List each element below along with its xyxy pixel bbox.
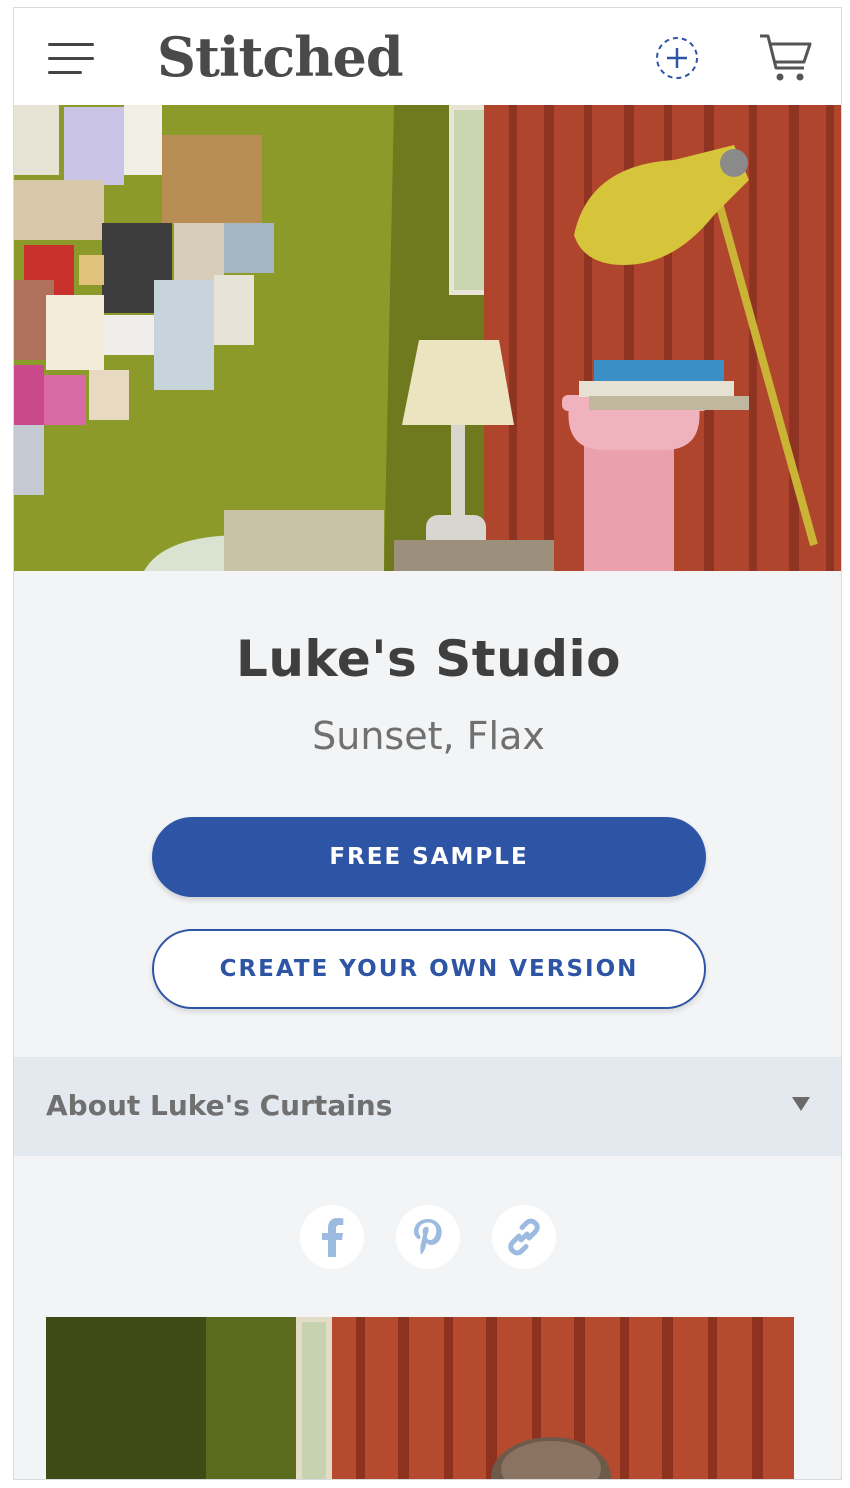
pinterest-share-button[interactable]: [396, 1205, 460, 1269]
accordion-label: About Luke's Curtains: [46, 1089, 393, 1122]
create-your-own-version-button[interactable]: CREATE YOUR OWN VERSION: [152, 929, 706, 1009]
copy-link-share-button[interactable]: [492, 1205, 556, 1269]
facebook-share-button[interactable]: [300, 1205, 364, 1269]
cart-icon[interactable]: [758, 32, 814, 84]
add-icon[interactable]: [654, 35, 700, 81]
hamburger-menu-icon[interactable]: [48, 41, 96, 75]
page-title: Luke's Studio: [235, 630, 622, 688]
facebook-icon: [322, 1218, 344, 1257]
site-header: Stitched: [14, 8, 841, 105]
link-icon: [508, 1218, 540, 1256]
chevron-down-icon: [792, 1097, 810, 1111]
free-sample-button[interactable]: FREE SAMPLE: [152, 817, 706, 897]
hero-image: [14, 105, 841, 571]
site-logo[interactable]: Stitched: [157, 22, 404, 92]
product-subtitle: Sunset, Flax: [312, 714, 545, 758]
pinterest-icon: [414, 1219, 442, 1255]
room-photo: [46, 1317, 794, 1479]
page-frame: Stitched Luke's Studio Sunset, Flax FREE…: [13, 7, 842, 1480]
about-curtains-accordion[interactable]: About Luke's Curtains: [14, 1057, 841, 1156]
